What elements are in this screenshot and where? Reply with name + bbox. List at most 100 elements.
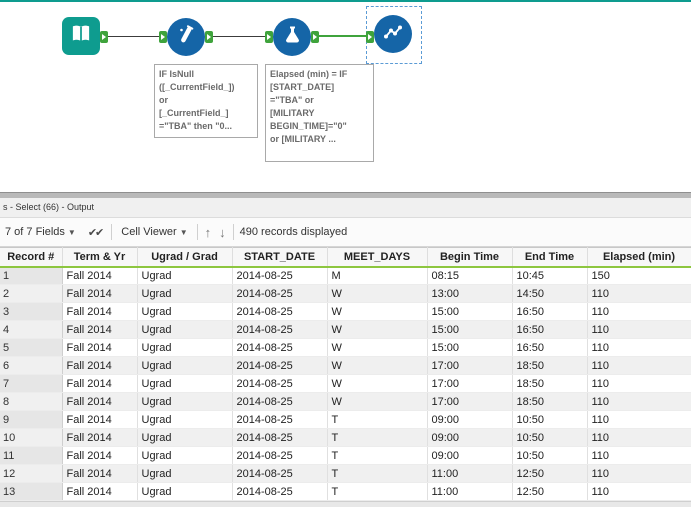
table-cell[interactable]: Fall 2014: [62, 284, 138, 303]
output-anchor[interactable]: [205, 31, 213, 43]
row-number-cell[interactable]: 11: [0, 446, 63, 465]
arrow-up-icon[interactable]: ↑: [204, 225, 213, 240]
table-cell[interactable]: 09:00: [427, 446, 513, 465]
output-anchor[interactable]: [100, 31, 108, 43]
table-cell[interactable]: 2014-08-25: [232, 320, 328, 339]
input-anchor[interactable]: [366, 31, 374, 43]
row-number-cell[interactable]: 1: [0, 266, 63, 285]
table-row[interactable]: 13 Fall 2014 Ugrad 2014-08-25 T 11:00 12:50 110: [0, 482, 691, 501]
fields-dropdown[interactable]: 7 of 7 Fields ▼: [2, 224, 79, 240]
table-cell[interactable]: Ugrad: [137, 356, 233, 375]
table-cell[interactable]: Fall 2014: [62, 302, 138, 321]
table-cell[interactable]: 12:50: [512, 482, 588, 501]
table-row[interactable]: 1 Fall 2014 Ugrad 2014-08-25 M 08:15 10:45 150: [0, 266, 691, 285]
table-row[interactable]: 2 Fall 2014 Ugrad 2014-08-25 W 13:00 14:50 110: [0, 284, 691, 303]
table-cell[interactable]: W: [327, 356, 428, 375]
table-cell[interactable]: 110: [587, 428, 691, 447]
table-cell[interactable]: W: [327, 392, 428, 411]
table-cell[interactable]: 09:00: [427, 410, 513, 429]
input-anchor[interactable]: [265, 31, 273, 43]
table-cell[interactable]: Ugrad: [137, 284, 233, 303]
row-number-cell[interactable]: 3: [0, 302, 63, 321]
row-number-cell[interactable]: 6: [0, 356, 63, 375]
table-cell[interactable]: 18:50: [512, 356, 588, 375]
table-cell[interactable]: Fall 2014: [62, 446, 138, 465]
table-cell[interactable]: 10:45: [512, 266, 588, 285]
table-cell[interactable]: 08:15: [427, 266, 513, 285]
tool-formula[interactable]: [273, 18, 311, 56]
table-cell[interactable]: Ugrad: [137, 266, 233, 285]
horizontal-scrollbar[interactable]: [0, 501, 691, 507]
table-cell[interactable]: 2014-08-25: [232, 356, 328, 375]
table-cell[interactable]: 2014-08-25: [232, 410, 328, 429]
table-cell[interactable]: Ugrad: [137, 302, 233, 321]
output-anchor[interactable]: [311, 31, 319, 43]
table-cell[interactable]: 110: [587, 374, 691, 393]
connection-wire[interactable]: [213, 36, 265, 37]
table-row[interactable]: 12 Fall 2014 Ugrad 2014-08-25 T 11:00 12:50 110: [0, 464, 691, 483]
table-cell[interactable]: Ugrad: [137, 374, 233, 393]
table-cell[interactable]: Ugrad: [137, 392, 233, 411]
table-cell[interactable]: Fall 2014: [62, 356, 138, 375]
table-cell[interactable]: 2014-08-25: [232, 266, 328, 285]
row-number-cell[interactable]: 2: [0, 284, 63, 303]
annotation-box[interactable]: IF IsNull ([_CurrentField_]) or [_Curren…: [154, 64, 258, 138]
row-number-cell[interactable]: 13: [0, 482, 63, 501]
tool-input-data[interactable]: [62, 17, 100, 55]
table-cell[interactable]: 10:50: [512, 446, 588, 465]
cell-viewer-dropdown[interactable]: Cell Viewer ▼: [118, 224, 190, 240]
table-row[interactable]: 8 Fall 2014 Ugrad 2014-08-25 W 17:00 18:50 110: [0, 392, 691, 411]
table-cell[interactable]: 2014-08-25: [232, 392, 328, 411]
row-number-cell[interactable]: 9: [0, 410, 63, 429]
table-cell[interactable]: 110: [587, 356, 691, 375]
apply-double-checkmark-icon[interactable]: ✔✔: [85, 226, 105, 239]
table-cell[interactable]: W: [327, 284, 428, 303]
column-header[interactable]: Elapsed (min): [587, 247, 691, 268]
column-header[interactable]: Begin Time: [427, 247, 513, 268]
table-cell[interactable]: 2014-08-25: [232, 464, 328, 483]
table-row[interactable]: 4 Fall 2014 Ugrad 2014-08-25 W 15:00 16:50 110: [0, 320, 691, 339]
row-number-cell[interactable]: 12: [0, 464, 63, 483]
table-cell[interactable]: 110: [587, 464, 691, 483]
table-cell[interactable]: T: [327, 464, 428, 483]
table-cell[interactable]: Ugrad: [137, 338, 233, 357]
row-number-cell[interactable]: 7: [0, 374, 63, 393]
column-header[interactable]: START_DATE: [232, 247, 328, 268]
table-cell[interactable]: 2014-08-25: [232, 374, 328, 393]
table-cell[interactable]: Fall 2014: [62, 374, 138, 393]
table-cell[interactable]: 13:00: [427, 284, 513, 303]
table-row[interactable]: 5 Fall 2014 Ugrad 2014-08-25 W 15:00 16:50 110: [0, 338, 691, 357]
connection-wire[interactable]: [108, 36, 159, 37]
table-cell[interactable]: M: [327, 266, 428, 285]
table-cell[interactable]: 10:50: [512, 428, 588, 447]
table-cell[interactable]: Fall 2014: [62, 392, 138, 411]
table-cell[interactable]: Ugrad: [137, 464, 233, 483]
table-cell[interactable]: T: [327, 428, 428, 447]
table-cell[interactable]: 110: [587, 320, 691, 339]
arrow-down-icon[interactable]: ↓: [218, 225, 227, 240]
table-cell[interactable]: W: [327, 374, 428, 393]
table-cell[interactable]: 16:50: [512, 302, 588, 321]
table-cell[interactable]: W: [327, 320, 428, 339]
table-cell[interactable]: 17:00: [427, 356, 513, 375]
table-cell[interactable]: 17:00: [427, 374, 513, 393]
table-cell[interactable]: 2014-08-25: [232, 446, 328, 465]
table-cell[interactable]: 110: [587, 302, 691, 321]
table-cell[interactable]: 150: [587, 266, 691, 285]
table-cell[interactable]: Fall 2014: [62, 482, 138, 501]
table-cell[interactable]: 09:00: [427, 428, 513, 447]
column-header[interactable]: Term & Yr: [62, 247, 138, 268]
table-cell[interactable]: Fall 2014: [62, 266, 138, 285]
table-cell[interactable]: 2014-08-25: [232, 284, 328, 303]
table-cell[interactable]: T: [327, 446, 428, 465]
row-number-cell[interactable]: 10: [0, 428, 63, 447]
row-number-cell[interactable]: 5: [0, 338, 63, 357]
row-number-cell[interactable]: 8: [0, 392, 63, 411]
table-cell[interactable]: T: [327, 482, 428, 501]
table-row[interactable]: 6 Fall 2014 Ugrad 2014-08-25 W 17:00 18:50 110: [0, 356, 691, 375]
table-cell[interactable]: T: [327, 410, 428, 429]
table-cell[interactable]: 18:50: [512, 392, 588, 411]
table-cell[interactable]: 110: [587, 338, 691, 357]
tool-formula[interactable]: [167, 18, 205, 56]
column-header[interactable]: End Time: [512, 247, 588, 268]
